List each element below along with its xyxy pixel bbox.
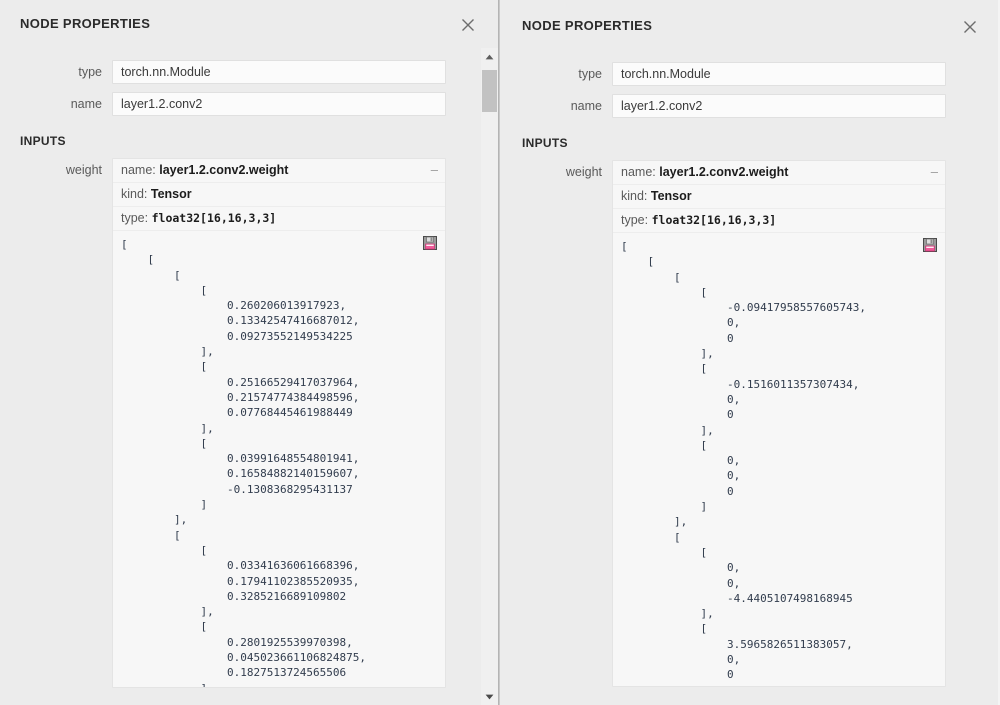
section-header-inputs: INPUTS (522, 136, 568, 150)
tensor-value-viewer[interactable]: [ [ [ [ 0.260206013917923, 0.13342547416… (113, 231, 445, 687)
argument-name-key: name: (121, 163, 156, 177)
argument-label-weight: weight (565, 165, 602, 179)
save-icon[interactable] (923, 238, 937, 252)
property-row-type: type torch.nn.Module (500, 62, 1000, 86)
argument-row-weight: weight name: layer1.2.conv2.weight – kin… (0, 158, 500, 688)
scroll-down-arrow[interactable] (481, 688, 498, 705)
property-label-type: type (78, 65, 102, 79)
close-icon[interactable] (457, 14, 479, 36)
property-value-name[interactable]: layer1.2.conv2 (612, 94, 946, 118)
argument-name-line: name: layer1.2.conv2.weight – (613, 161, 945, 185)
tensor-text: [ [ [ [ 0.260206013917923, 0.13342547416… (121, 238, 367, 687)
tensor-text: [ [ [ [ -0.09417958557605743, 0, 0 ], [ … (621, 240, 867, 686)
property-value-type[interactable]: torch.nn.Module (612, 62, 946, 86)
argument-kind-key: kind: (121, 187, 148, 201)
argument-name-value: layer1.2.conv2.weight (659, 165, 789, 179)
argument-kind-line: kind: Tensor (613, 185, 945, 209)
argument-name-key: name: (621, 165, 656, 179)
panel-header: NODE PROPERTIES (500, 0, 1000, 48)
argument-type-line: type: float32[16,16,3,3] (113, 207, 445, 231)
node-properties-panel-right: NODE PROPERTIES type torch.nn.Module nam… (500, 0, 1000, 705)
argument-kind-key: kind: (621, 189, 648, 203)
property-row-type: type torch.nn.Module (0, 60, 500, 84)
property-label-name: name (70, 97, 102, 111)
argument-type-value: float32[16,16,3,3] (151, 211, 277, 225)
argument-name-value: layer1.2.conv2.weight (159, 163, 289, 177)
property-row-name: name layer1.2.conv2 (500, 94, 1000, 118)
collapse-toggle-button[interactable]: – (431, 159, 438, 182)
tensor-value-viewer[interactable]: [ [ [ [ -0.09417958557605743, 0, 0 ], [ … (613, 233, 945, 686)
page-title: NODE PROPERTIES (20, 16, 151, 31)
argument-type-line: type: float32[16,16,3,3] (613, 209, 945, 233)
property-label-type: type (578, 67, 602, 81)
argument-type-key: type: (121, 211, 149, 225)
close-icon[interactable] (959, 16, 981, 38)
argument-label-weight: weight (65, 163, 102, 177)
page-title: NODE PROPERTIES (522, 18, 653, 33)
property-label-name: name (570, 99, 602, 113)
save-icon[interactable] (423, 236, 437, 250)
argument-type-key: type: (621, 213, 649, 227)
argument-card: name: layer1.2.conv2.weight – kind: Tens… (112, 158, 446, 688)
scrollbar-thumb[interactable] (482, 70, 497, 112)
argument-row-weight: weight name: layer1.2.conv2.weight – kin… (500, 160, 1000, 687)
panel-scrollbar-left[interactable] (481, 48, 498, 705)
panel-body: type torch.nn.Module name layer1.2.conv2… (0, 48, 500, 688)
argument-name-line: name: layer1.2.conv2.weight – (113, 159, 445, 183)
argument-card: name: layer1.2.conv2.weight – kind: Tens… (612, 160, 946, 687)
argument-kind-value: Tensor (650, 189, 692, 203)
argument-kind-value: Tensor (150, 187, 192, 201)
panel-header: NODE PROPERTIES (0, 0, 500, 48)
panel-body: type torch.nn.Module name layer1.2.conv2… (500, 48, 1000, 687)
section-header-inputs: INPUTS (20, 134, 66, 148)
argument-type-value: float32[16,16,3,3] (651, 213, 777, 227)
scroll-up-arrow[interactable] (481, 48, 498, 65)
property-value-type[interactable]: torch.nn.Module (112, 60, 446, 84)
collapse-toggle-button[interactable]: – (931, 161, 938, 184)
argument-kind-line: kind: Tensor (113, 183, 445, 207)
node-properties-panel-left: NODE PROPERTIES type torch.nn.Module nam… (0, 0, 500, 705)
property-value-name[interactable]: layer1.2.conv2 (112, 92, 446, 116)
app-root: NODE PROPERTIES type torch.nn.Module nam… (0, 0, 1000, 705)
property-row-name: name layer1.2.conv2 (0, 92, 500, 116)
pane-divider[interactable] (498, 0, 500, 705)
